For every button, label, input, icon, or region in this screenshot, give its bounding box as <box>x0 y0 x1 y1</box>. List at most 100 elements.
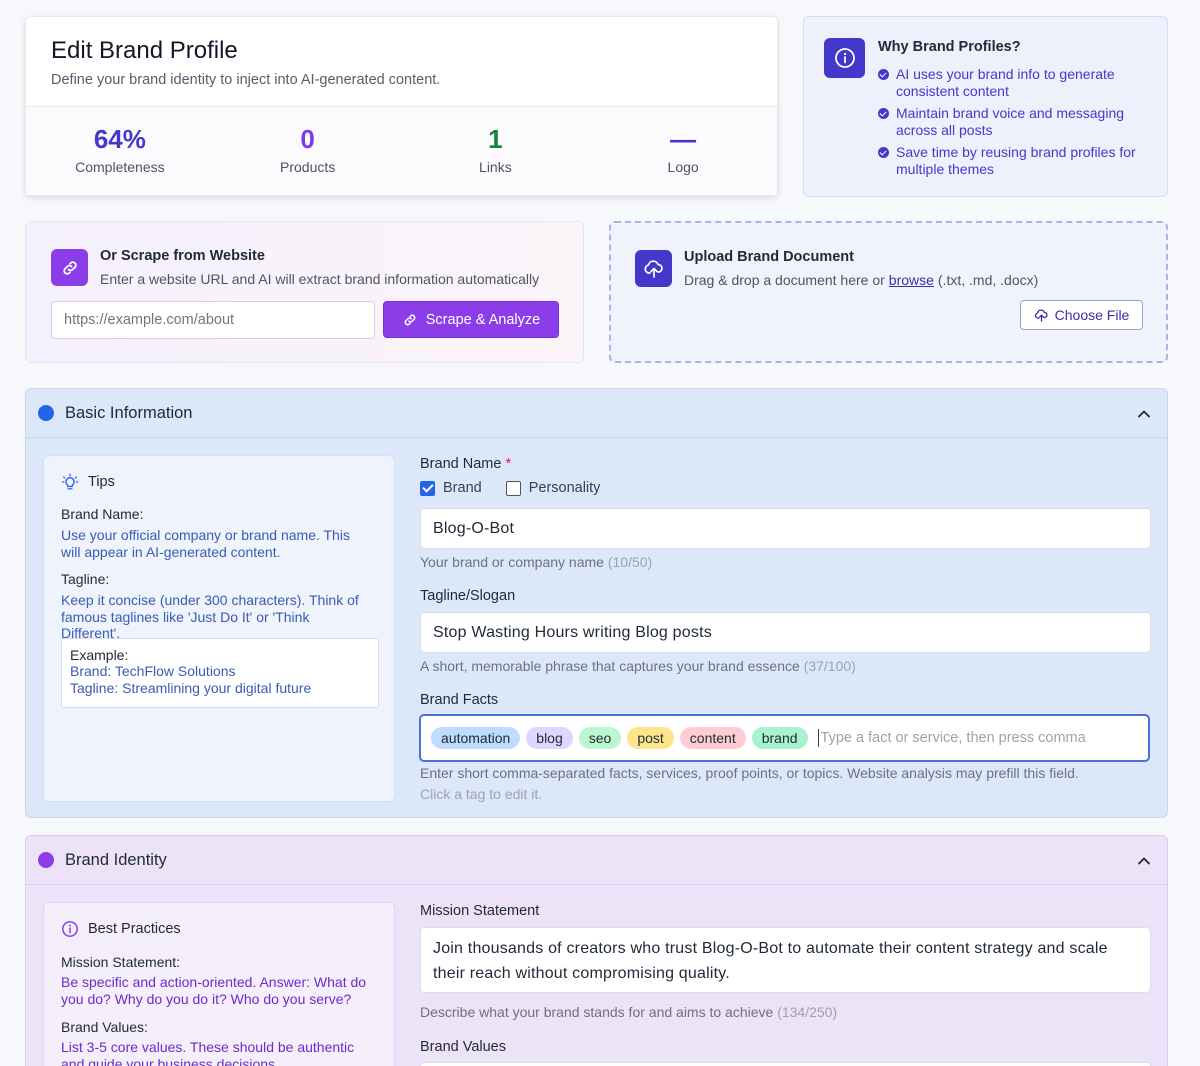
stat-value: — <box>670 124 697 154</box>
upload-subtitle: Drag & drop a document here or browse (.tx… <box>684 272 1038 288</box>
why-item-text: Save time by reusing brand profiles for … <box>896 144 1136 177</box>
why-item: Maintain brand voice and messaging acros… <box>878 105 1153 139</box>
scrape-analyze-button[interactable]: Scrape & Analyze <box>383 301 559 338</box>
section-title: Basic Information <box>65 404 193 422</box>
tips-title: Tips <box>88 474 115 490</box>
fact-text-input[interactable]: Type a fact or service, then press comma <box>817 729 1086 747</box>
brand-checkbox[interactable] <box>420 480 435 496</box>
header-card: Edit Brand Profile Define your brand ide… <box>25 16 778 196</box>
brand-identity-header[interactable]: Brand Identity <box>26 836 1167 885</box>
stat-label: Products <box>280 159 336 175</box>
brand-facts-label: Brand Facts <box>420 692 499 708</box>
best-practices-panel: Best Practices Mission Statement: Be spe… <box>43 902 395 1066</box>
check-circle-icon <box>878 108 889 119</box>
brand-name-char-count: (10/50) <box>607 554 653 570</box>
tips-header: Tips <box>61 473 115 491</box>
brand-values-label: Brand Values <box>420 1039 506 1055</box>
brand-facts-input[interactable]: automation blog seo post content brand T… <box>419 714 1150 762</box>
stat-label: Logo <box>667 159 699 175</box>
example-brand: Brand: TechFlow Solutions <box>70 663 236 679</box>
section-dot-icon <box>38 852 54 868</box>
why-item-text: Maintain brand voice and messaging acros… <box>896 105 1125 138</box>
tagline-input[interactable]: Stop Wasting Hours writing Blog posts <box>420 612 1151 653</box>
upload-document-dropzone[interactable]: Upload Brand Document Drag & drop a docu… <box>609 221 1168 363</box>
brand-type-options: Brand Personality <box>420 480 600 496</box>
scrape-button-label: Scrape & Analyze <box>425 311 541 328</box>
basic-information-header[interactable]: Basic Information <box>26 389 1167 438</box>
why-title: Why Brand Profiles? <box>878 39 1021 55</box>
cloud-upload-icon <box>1034 309 1048 322</box>
why-list: AI uses your brand info to generate cons… <box>878 66 1153 183</box>
tagline-label: Tagline/Slogan <box>420 588 516 604</box>
website-url-input[interactable] <box>51 301 375 339</box>
why-item: Save time by reusing brand profiles for … <box>878 144 1153 178</box>
link-icon <box>51 249 88 286</box>
personality-checkbox-label[interactable]: Personality <box>529 480 601 496</box>
why-item: AI uses your brand info to generate cons… <box>878 66 1153 100</box>
lightbulb-icon <box>61 473 79 490</box>
tagline-hint: A short, memorable phrase that captures … <box>420 658 856 674</box>
tip-example-box: Example: Brand: TechFlow Solutions Tagli… <box>61 638 379 708</box>
fact-tag[interactable]: blog <box>526 727 573 749</box>
upload-title: Upload Brand Document <box>684 249 854 265</box>
stat-products: 0 Products <box>214 107 402 195</box>
fact-tag[interactable]: post <box>627 727 674 749</box>
page-title: Edit Brand Profile <box>51 37 238 64</box>
fact-tag[interactable]: seo <box>578 727 622 749</box>
personality-checkbox[interactable] <box>505 480 521 496</box>
stats-row: 64% Completeness 0 Products 1 Links — Lo… <box>26 107 777 195</box>
basic-information-section: Basic Information Tips Brand Name: Use y… <box>25 388 1168 818</box>
chevron-up-icon[interactable] <box>1136 406 1152 422</box>
tagline-char-count: (37/100) <box>803 658 856 674</box>
tip-brand-name-text: Use your official company or brand name.… <box>61 527 350 560</box>
required-asterisk: * <box>505 456 512 472</box>
scrape-website-card: Or Scrape from Website Enter a website U… <box>25 221 584 363</box>
example-tagline: Tagline: Streamlining your digital futur… <box>70 680 312 696</box>
brand-identity-section: Brand Identity Best Practices Mission St… <box>25 835 1168 1066</box>
mission-statement-textarea[interactable]: Join thousands of creators who trust Blo… <box>420 927 1151 993</box>
brand-name-hint-text: Your brand or company name <box>420 554 604 570</box>
mission-statement-label: Mission Statement <box>420 903 540 919</box>
fact-tag[interactable]: brand <box>751 727 808 749</box>
tagline-hint-text: A short, memorable phrase that captures … <box>420 658 800 674</box>
stat-logo: — Logo <box>589 107 777 195</box>
brand-name-label-text: Brand Name <box>420 456 502 472</box>
stat-value: 1 <box>488 124 503 154</box>
browse-link[interactable]: browse <box>889 272 934 288</box>
scrape-subtitle: Enter a website URL and AI will extract … <box>100 271 540 287</box>
brand-name-hint: Your brand or company name (10/50) <box>420 554 652 570</box>
tip-tagline-text: Keep it concise (under 300 characters). … <box>61 592 359 641</box>
cloud-upload-icon <box>635 250 672 287</box>
why-brand-profiles-card: Why Brand Profiles? AI uses your brand i… <box>803 16 1168 197</box>
section-title: Brand Identity <box>65 851 167 869</box>
stat-label: Links <box>479 159 512 175</box>
tip-tagline-label: Tagline: <box>61 571 110 587</box>
best-practices-title: Best Practices <box>88 921 181 937</box>
mission-hint-text: Describe what your brand stands for and … <box>420 1004 774 1020</box>
stat-value: 0 <box>300 124 315 154</box>
brand-name-input[interactable]: Blog-O-Bot <box>420 508 1151 549</box>
mission-char-count: (134/250) <box>777 1004 838 1020</box>
best-practices-header: Best Practices <box>61 920 181 938</box>
fact-tag[interactable]: automation <box>431 727 521 749</box>
brand-name-label: Brand Name * <box>420 456 511 472</box>
info-icon <box>824 38 865 78</box>
tip-brand-name-label: Brand Name: <box>61 506 144 522</box>
check-circle-icon <box>878 147 889 158</box>
mission-tip-label: Mission Statement: <box>61 954 181 970</box>
fact-tag[interactable]: content <box>679 727 746 749</box>
brand-values-input[interactable] <box>420 1062 1151 1066</box>
brand-checkbox-label[interactable]: Brand <box>443 480 482 496</box>
brand-facts-hint-2: Click a tag to edit it. <box>420 786 543 802</box>
check-circle-icon <box>878 69 889 80</box>
example-label: Example: <box>70 647 129 663</box>
chevron-up-icon[interactable] <box>1136 853 1152 869</box>
info-icon <box>62 921 78 937</box>
stat-completeness: 64% Completeness <box>26 107 214 195</box>
choose-file-button[interactable]: Choose File <box>1020 300 1143 330</box>
mission-tip-text: Be specific and action-oriented. Answer:… <box>61 974 367 1007</box>
why-item-text: AI uses your brand info to generate cons… <box>896 66 1115 99</box>
section-dot-icon <box>38 405 54 421</box>
stat-label: Completeness <box>75 159 165 175</box>
values-tip-text: List 3-5 core values. These should be au… <box>61 1039 355 1066</box>
